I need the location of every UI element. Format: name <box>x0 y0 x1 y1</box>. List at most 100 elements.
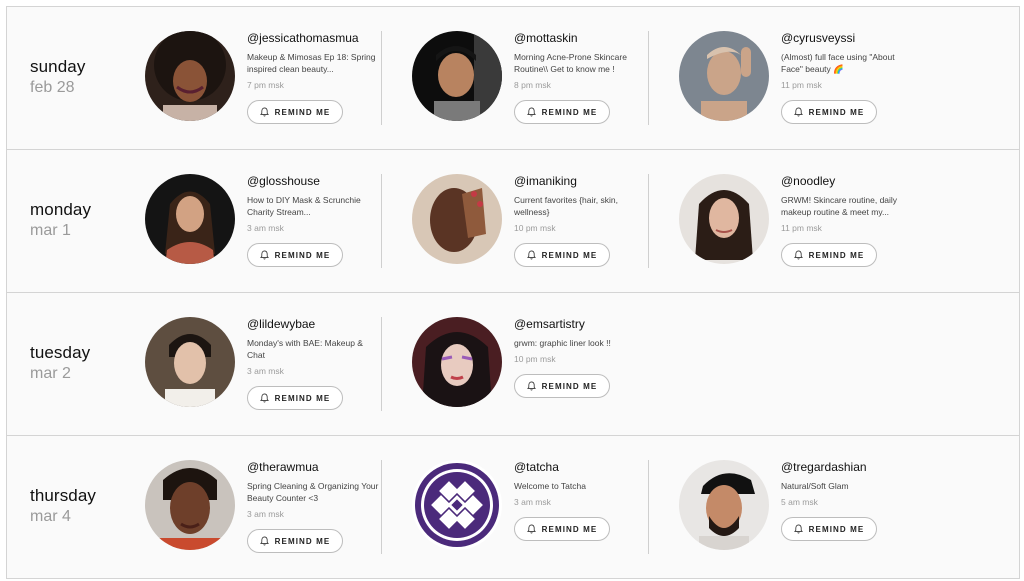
stream-time: 10 pm msk <box>514 223 556 233</box>
day-date: mar 2 <box>30 365 71 382</box>
stream-time: 3 am msk <box>247 366 284 376</box>
remind-me-button[interactable]: REMIND ME <box>781 517 877 541</box>
stream-schedule: sunday feb 28 @jessicathomasmua Makeup &… <box>6 6 1020 579</box>
day-date: feb 28 <box>30 79 75 96</box>
remind-me-label: REMIND ME <box>541 524 598 534</box>
bell-icon <box>526 250 536 260</box>
bell-icon <box>793 524 803 534</box>
stream-info: @glosshouse How to DIY Mask & Scrunchie … <box>247 174 383 267</box>
bell-icon <box>526 381 536 391</box>
stream-card: @jessicathomasmua Makeup & Mimosas Ep 18… <box>145 31 395 141</box>
creator-handle[interactable]: @imaniking <box>514 174 650 189</box>
bell-icon <box>526 107 536 117</box>
divider <box>381 174 382 268</box>
stream-title: How to DIY Mask & Scrunchie Charity Stre… <box>247 195 361 217</box>
stream-info: @tregardashian Natural/Soft Glam 5 am ms… <box>781 460 917 541</box>
day-row-thursday: thursday mar 4 @therawmua Spring Cleanin… <box>7 436 1019 579</box>
stream-time: 3 am msk <box>514 497 551 507</box>
bell-icon <box>259 107 269 117</box>
remind-me-label: REMIND ME <box>541 381 598 391</box>
stream-title: grwm: graphic liner look !! <box>514 338 611 348</box>
stream-time: 10 pm msk <box>514 354 556 364</box>
bell-icon <box>793 250 803 260</box>
stream-time: 3 am msk <box>247 223 284 233</box>
avatar[interactable] <box>679 31 769 121</box>
divider <box>381 460 382 554</box>
avatar[interactable] <box>412 317 502 407</box>
creator-handle[interactable]: @lildewybae <box>247 317 383 332</box>
stream-title: Spring Cleaning & Organizing Your Beauty… <box>247 481 379 503</box>
creator-handle[interactable]: @cyrusveyssi <box>781 31 917 46</box>
creator-handle[interactable]: @therawmua <box>247 460 383 475</box>
avatar[interactable] <box>679 174 769 264</box>
bell-icon <box>526 524 536 534</box>
stream-title: Natural/Soft Glam <box>781 481 849 491</box>
day-date: mar 1 <box>30 222 71 239</box>
bell-icon <box>259 250 269 260</box>
stream-time: 11 pm msk <box>781 80 822 90</box>
remind-me-button[interactable]: REMIND ME <box>514 243 610 267</box>
stream-time: 3 am msk <box>247 509 284 519</box>
stream-info: @lildewybae Monday's with BAE: Makeup & … <box>247 317 383 410</box>
stream-card: @mottaskin Morning Acne-Prone Skincare R… <box>412 31 662 141</box>
stream-title: (Almost) full face using "About Face" be… <box>781 52 895 74</box>
remind-me-label: REMIND ME <box>541 107 598 117</box>
avatar[interactable] <box>412 460 502 550</box>
avatar[interactable] <box>679 460 769 550</box>
remind-me-button[interactable]: REMIND ME <box>781 100 877 124</box>
remind-me-button[interactable]: REMIND ME <box>247 386 343 410</box>
stream-card: @therawmua Spring Cleaning & Organizing … <box>145 460 395 570</box>
remind-me-button[interactable]: REMIND ME <box>514 374 610 398</box>
remind-me-label: REMIND ME <box>808 107 865 117</box>
remind-me-button[interactable]: REMIND ME <box>781 243 877 267</box>
day-name: tuesday <box>30 343 91 362</box>
remind-me-button[interactable]: REMIND ME <box>514 517 610 541</box>
remind-me-button[interactable]: REMIND ME <box>514 100 610 124</box>
remind-me-button[interactable]: REMIND ME <box>247 529 343 553</box>
divider <box>381 317 382 411</box>
day-label: sunday feb 28 <box>30 57 85 98</box>
remind-me-label: REMIND ME <box>274 107 331 117</box>
stream-info: @noodley GRWM! Skincare routine, daily m… <box>781 174 917 267</box>
stream-title: Morning Acne-Prone Skincare Routine\\ Ge… <box>514 52 627 74</box>
day-label: thursday mar 4 <box>30 486 96 527</box>
day-row-tuesday: tuesday mar 2 @lildewybae Monday's with … <box>7 293 1019 436</box>
day-date: mar 4 <box>30 508 71 525</box>
stream-card: @tatcha Welcome to Tatcha 3 am msk REMIN… <box>412 460 662 570</box>
creator-handle[interactable]: @mottaskin <box>514 31 650 46</box>
divider <box>648 460 649 554</box>
avatar[interactable] <box>412 31 502 121</box>
stream-info: @therawmua Spring Cleaning & Organizing … <box>247 460 383 553</box>
stream-info: @jessicathomasmua Makeup & Mimosas Ep 18… <box>247 31 383 124</box>
remind-me-button[interactable]: REMIND ME <box>247 100 343 124</box>
remind-me-label: REMIND ME <box>274 393 331 403</box>
avatar[interactable] <box>145 317 235 407</box>
stream-info: @emsartistry grwm: graphic liner look !!… <box>514 317 650 398</box>
stream-title: Makeup & Mimosas Ep 18: Spring inspired … <box>247 52 376 74</box>
stream-card: @lildewybae Monday's with BAE: Makeup & … <box>145 317 395 427</box>
creator-handle[interactable]: @noodley <box>781 174 917 189</box>
bell-icon <box>259 393 269 403</box>
avatar[interactable] <box>145 31 235 121</box>
remind-me-button[interactable]: REMIND ME <box>247 243 343 267</box>
stream-time: 8 pm msk <box>514 80 551 90</box>
avatar[interactable] <box>145 460 235 550</box>
remind-me-label: REMIND ME <box>808 524 865 534</box>
creator-handle[interactable]: @tatcha <box>514 460 650 475</box>
creator-handle[interactable]: @glosshouse <box>247 174 383 189</box>
stream-title: GRWM! Skincare routine, daily makeup rou… <box>781 195 898 217</box>
creator-handle[interactable]: @tregardashian <box>781 460 917 475</box>
stream-time: 5 am msk <box>781 497 818 507</box>
day-row-sunday: sunday feb 28 @jessicathomasmua Makeup &… <box>7 7 1019 150</box>
creator-handle[interactable]: @emsartistry <box>514 317 650 332</box>
creator-handle[interactable]: @jessicathomasmua <box>247 31 383 46</box>
avatar[interactable] <box>412 174 502 264</box>
day-name: sunday <box>30 57 86 76</box>
day-name: thursday <box>30 486 97 505</box>
stream-card: @tregardashian Natural/Soft Glam 5 am ms… <box>679 460 929 570</box>
stream-card: @noodley GRWM! Skincare routine, daily m… <box>679 174 929 284</box>
stream-card: @imaniking Current favorites {hair, skin… <box>412 174 662 284</box>
stream-info: @cyrusveyssi (Almost) full face using "A… <box>781 31 917 124</box>
day-label: monday mar 1 <box>30 200 91 241</box>
avatar[interactable] <box>145 174 235 264</box>
